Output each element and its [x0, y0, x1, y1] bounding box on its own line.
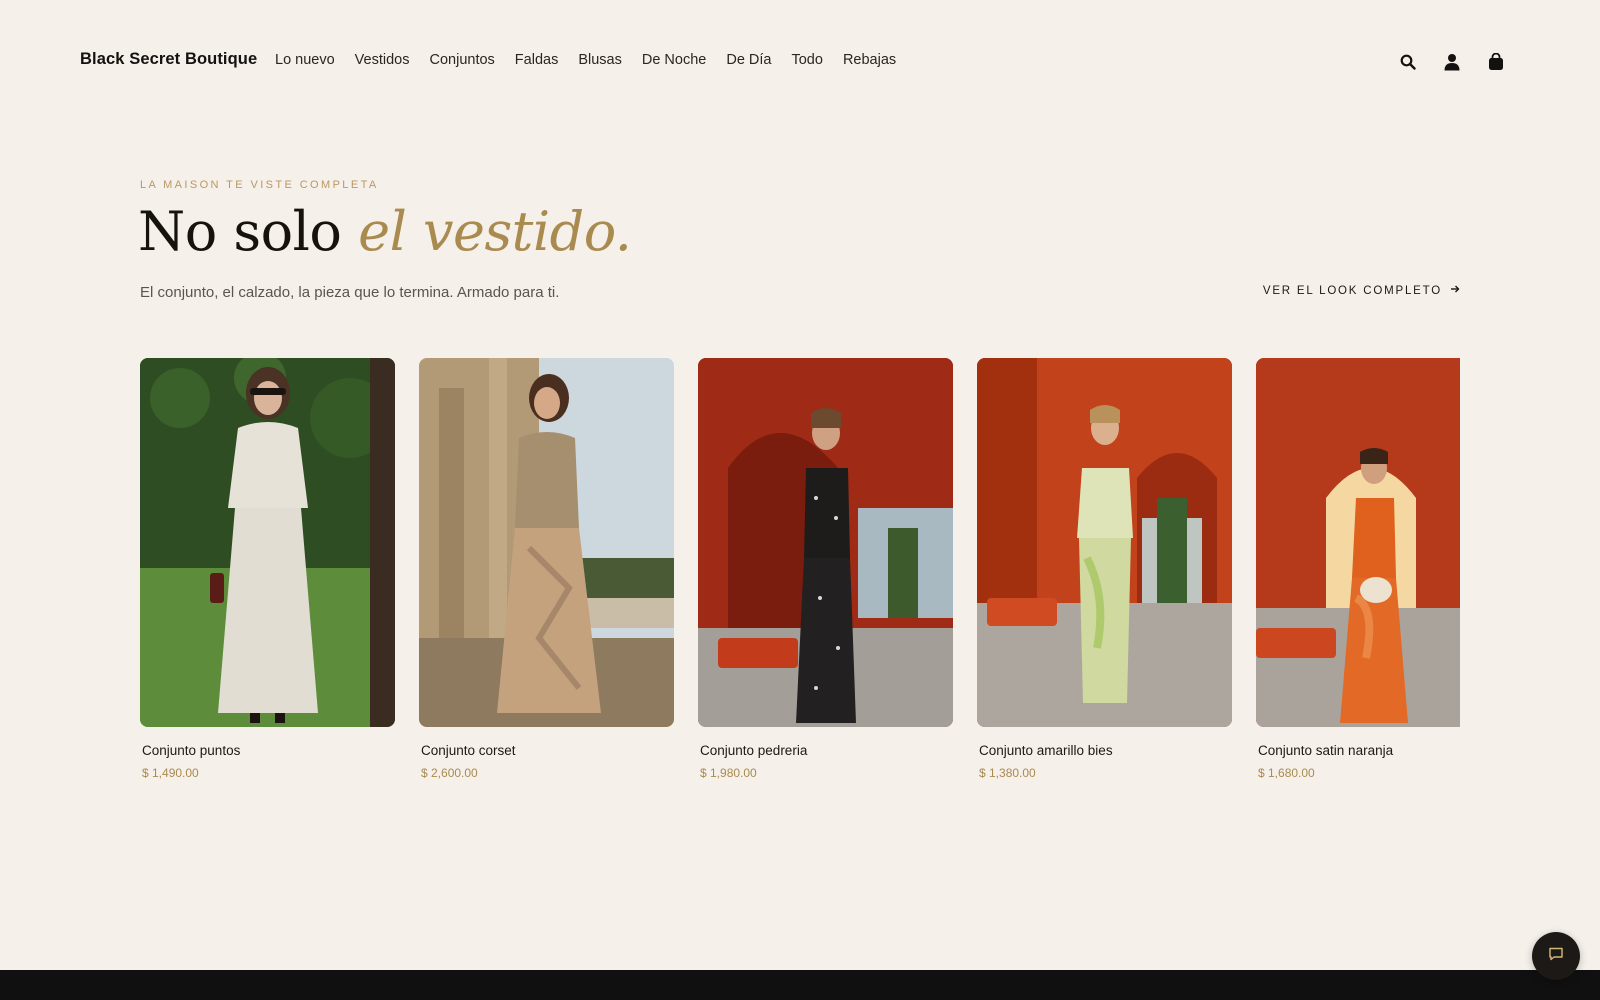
- site-header: Black Secret Boutique Lo nuevo Vestidos …: [0, 0, 1600, 124]
- product-price: $ 1,380.00: [979, 766, 1036, 780]
- product-name[interactable]: Conjunto corset: [421, 743, 674, 758]
- brand-logo[interactable]: Black Secret Boutique: [80, 50, 257, 69]
- product-image[interactable]: [698, 358, 953, 727]
- hero-subline: El conjunto, el calzado, la pieza que lo…: [140, 284, 560, 301]
- account-icon[interactable]: [1442, 52, 1462, 72]
- nav-item-lo-nuevo[interactable]: Lo nuevo: [275, 52, 335, 68]
- main-nav: Lo nuevo Vestidos Conjuntos Faldas Blusa…: [275, 52, 896, 68]
- product-image[interactable]: [1256, 358, 1460, 727]
- nav-item-de-noche[interactable]: De Noche: [642, 52, 706, 68]
- view-full-look-link[interactable]: VER EL LOOK COMPLETO: [1263, 284, 1460, 297]
- product-price: $ 1,980.00: [700, 766, 757, 780]
- chat-button[interactable]: [1532, 932, 1580, 980]
- nav-item-todo[interactable]: Todo: [791, 52, 822, 68]
- nav-item-blusas[interactable]: Blusas: [578, 52, 622, 68]
- product-image[interactable]: [140, 358, 395, 727]
- product-price: $ 1,680.00: [1258, 766, 1315, 780]
- product-image[interactable]: [419, 358, 674, 727]
- chat-icon: [1548, 946, 1564, 967]
- product-card[interactable]: Conjunto pedreria $ 1,980.00: [698, 358, 953, 780]
- product-name[interactable]: Conjunto pedreria: [700, 743, 953, 758]
- product-image[interactable]: [977, 358, 1232, 727]
- hero-eyebrow: LA MAISON TE VISTE COMPLETA: [140, 179, 379, 191]
- arrow-right-icon: [1450, 284, 1460, 297]
- cart-icon[interactable]: [1486, 52, 1506, 72]
- nav-item-rebajas[interactable]: Rebajas: [843, 52, 896, 68]
- product-price: $ 2,600.00: [421, 766, 478, 780]
- hero-headline: No solo el vestido.: [138, 200, 632, 263]
- nav-item-vestidos[interactable]: Vestidos: [355, 52, 410, 68]
- view-full-look-label: VER EL LOOK COMPLETO: [1262, 284, 1442, 297]
- nav-item-de-dia[interactable]: De Día: [726, 52, 771, 68]
- headline-accent: el vestido.: [358, 200, 632, 263]
- header-actions: [1398, 52, 1506, 72]
- product-name[interactable]: Conjunto amarillo bies: [979, 743, 1232, 758]
- footer-bar: [0, 970, 1600, 1000]
- product-carousel: Conjunto puntos $ 1,490.00 Conjunto cors…: [140, 358, 1460, 788]
- product-card[interactable]: Conjunto corset $ 2,600.00: [419, 358, 674, 780]
- product-card[interactable]: Conjunto satin naranja $ 1,680.00: [1256, 358, 1460, 780]
- nav-item-faldas[interactable]: Faldas: [515, 52, 559, 68]
- headline-plain: No solo: [138, 200, 342, 263]
- search-icon[interactable]: [1398, 52, 1418, 72]
- product-card[interactable]: Conjunto amarillo bies $ 1,380.00: [977, 358, 1232, 780]
- product-price: $ 1,490.00: [142, 766, 199, 780]
- product-name[interactable]: Conjunto satin naranja: [1258, 743, 1460, 758]
- product-name[interactable]: Conjunto puntos: [142, 743, 395, 758]
- nav-item-conjuntos[interactable]: Conjuntos: [430, 52, 495, 68]
- product-card[interactable]: Conjunto puntos $ 1,490.00: [140, 358, 395, 780]
